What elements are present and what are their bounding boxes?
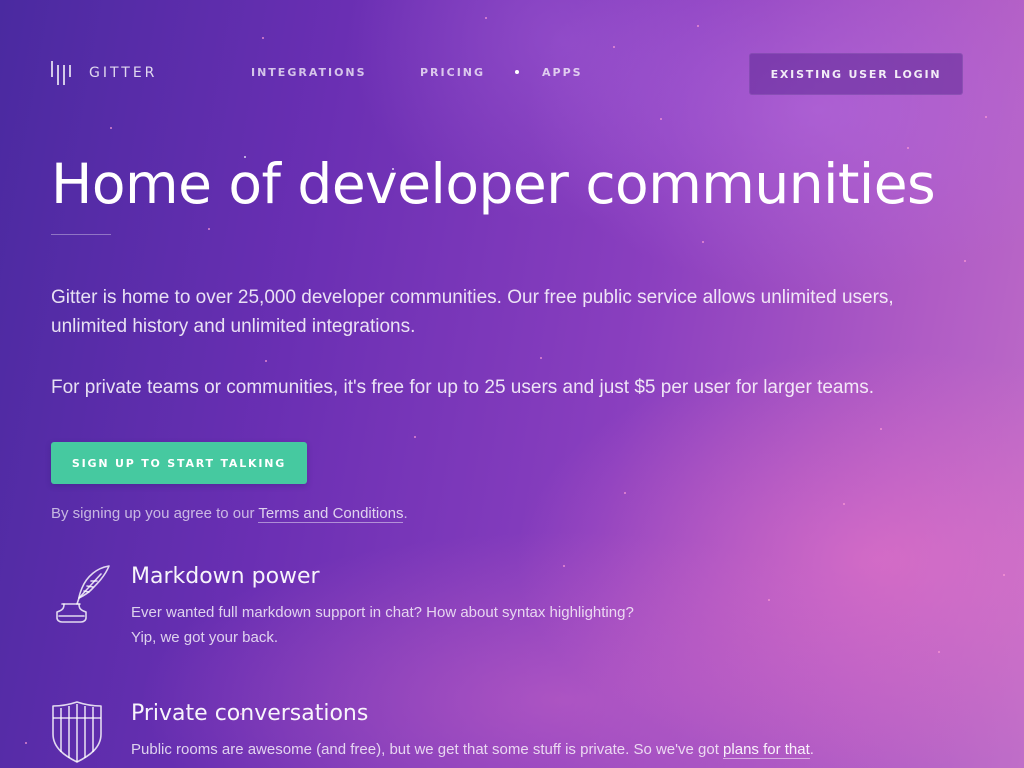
page-title: Home of developer communities (51, 152, 936, 216)
gitter-logo-icon (51, 61, 71, 85)
nav-separator-dot (515, 70, 519, 74)
feature-markdown-line-1: Ever wanted full markdown support in cha… (131, 604, 634, 621)
nav-pricing[interactable]: PRICING (420, 66, 485, 79)
hero-description: Gitter is home to over 25,000 developer … (51, 287, 894, 337)
feature-description-private: Public rooms are awesome (and free), but… (131, 737, 814, 762)
shield-icon (49, 700, 113, 764)
feature-private-suffix: . (809, 741, 814, 758)
feature-markdown-line-2: Yip, we got your back. (131, 629, 279, 646)
terms-suffix: . (403, 505, 408, 522)
feature-title-private: Private conversations (131, 701, 369, 726)
feature-description-markdown: Ever wanted full markdown support in cha… (131, 600, 634, 650)
existing-user-login-button[interactable]: EXISTING USER LOGIN (749, 53, 963, 95)
feature-title-markdown: Markdown power (131, 564, 320, 589)
pricing-description: For private teams or communities, it's f… (51, 377, 875, 398)
terms-prefix: By signing up you agree to our (51, 505, 259, 522)
title-divider (51, 234, 111, 235)
gitter-logo[interactable]: GITTER (51, 61, 157, 85)
sign-up-button[interactable]: SIGN UP TO START TALKING (51, 442, 307, 484)
plans-link[interactable]: plans for that (723, 741, 810, 759)
nav-integrations[interactable]: INTEGRATIONS (251, 66, 367, 79)
feature-private-text: Public rooms are awesome (and free), but… (131, 741, 724, 758)
quill-ink-icon (49, 562, 113, 626)
logo-text: GITTER (89, 65, 158, 81)
terms-link[interactable]: Terms and Conditions (258, 505, 404, 523)
nav-apps[interactable]: APPS (542, 66, 583, 79)
terms-notice: By signing up you agree to our Terms and… (51, 505, 408, 523)
